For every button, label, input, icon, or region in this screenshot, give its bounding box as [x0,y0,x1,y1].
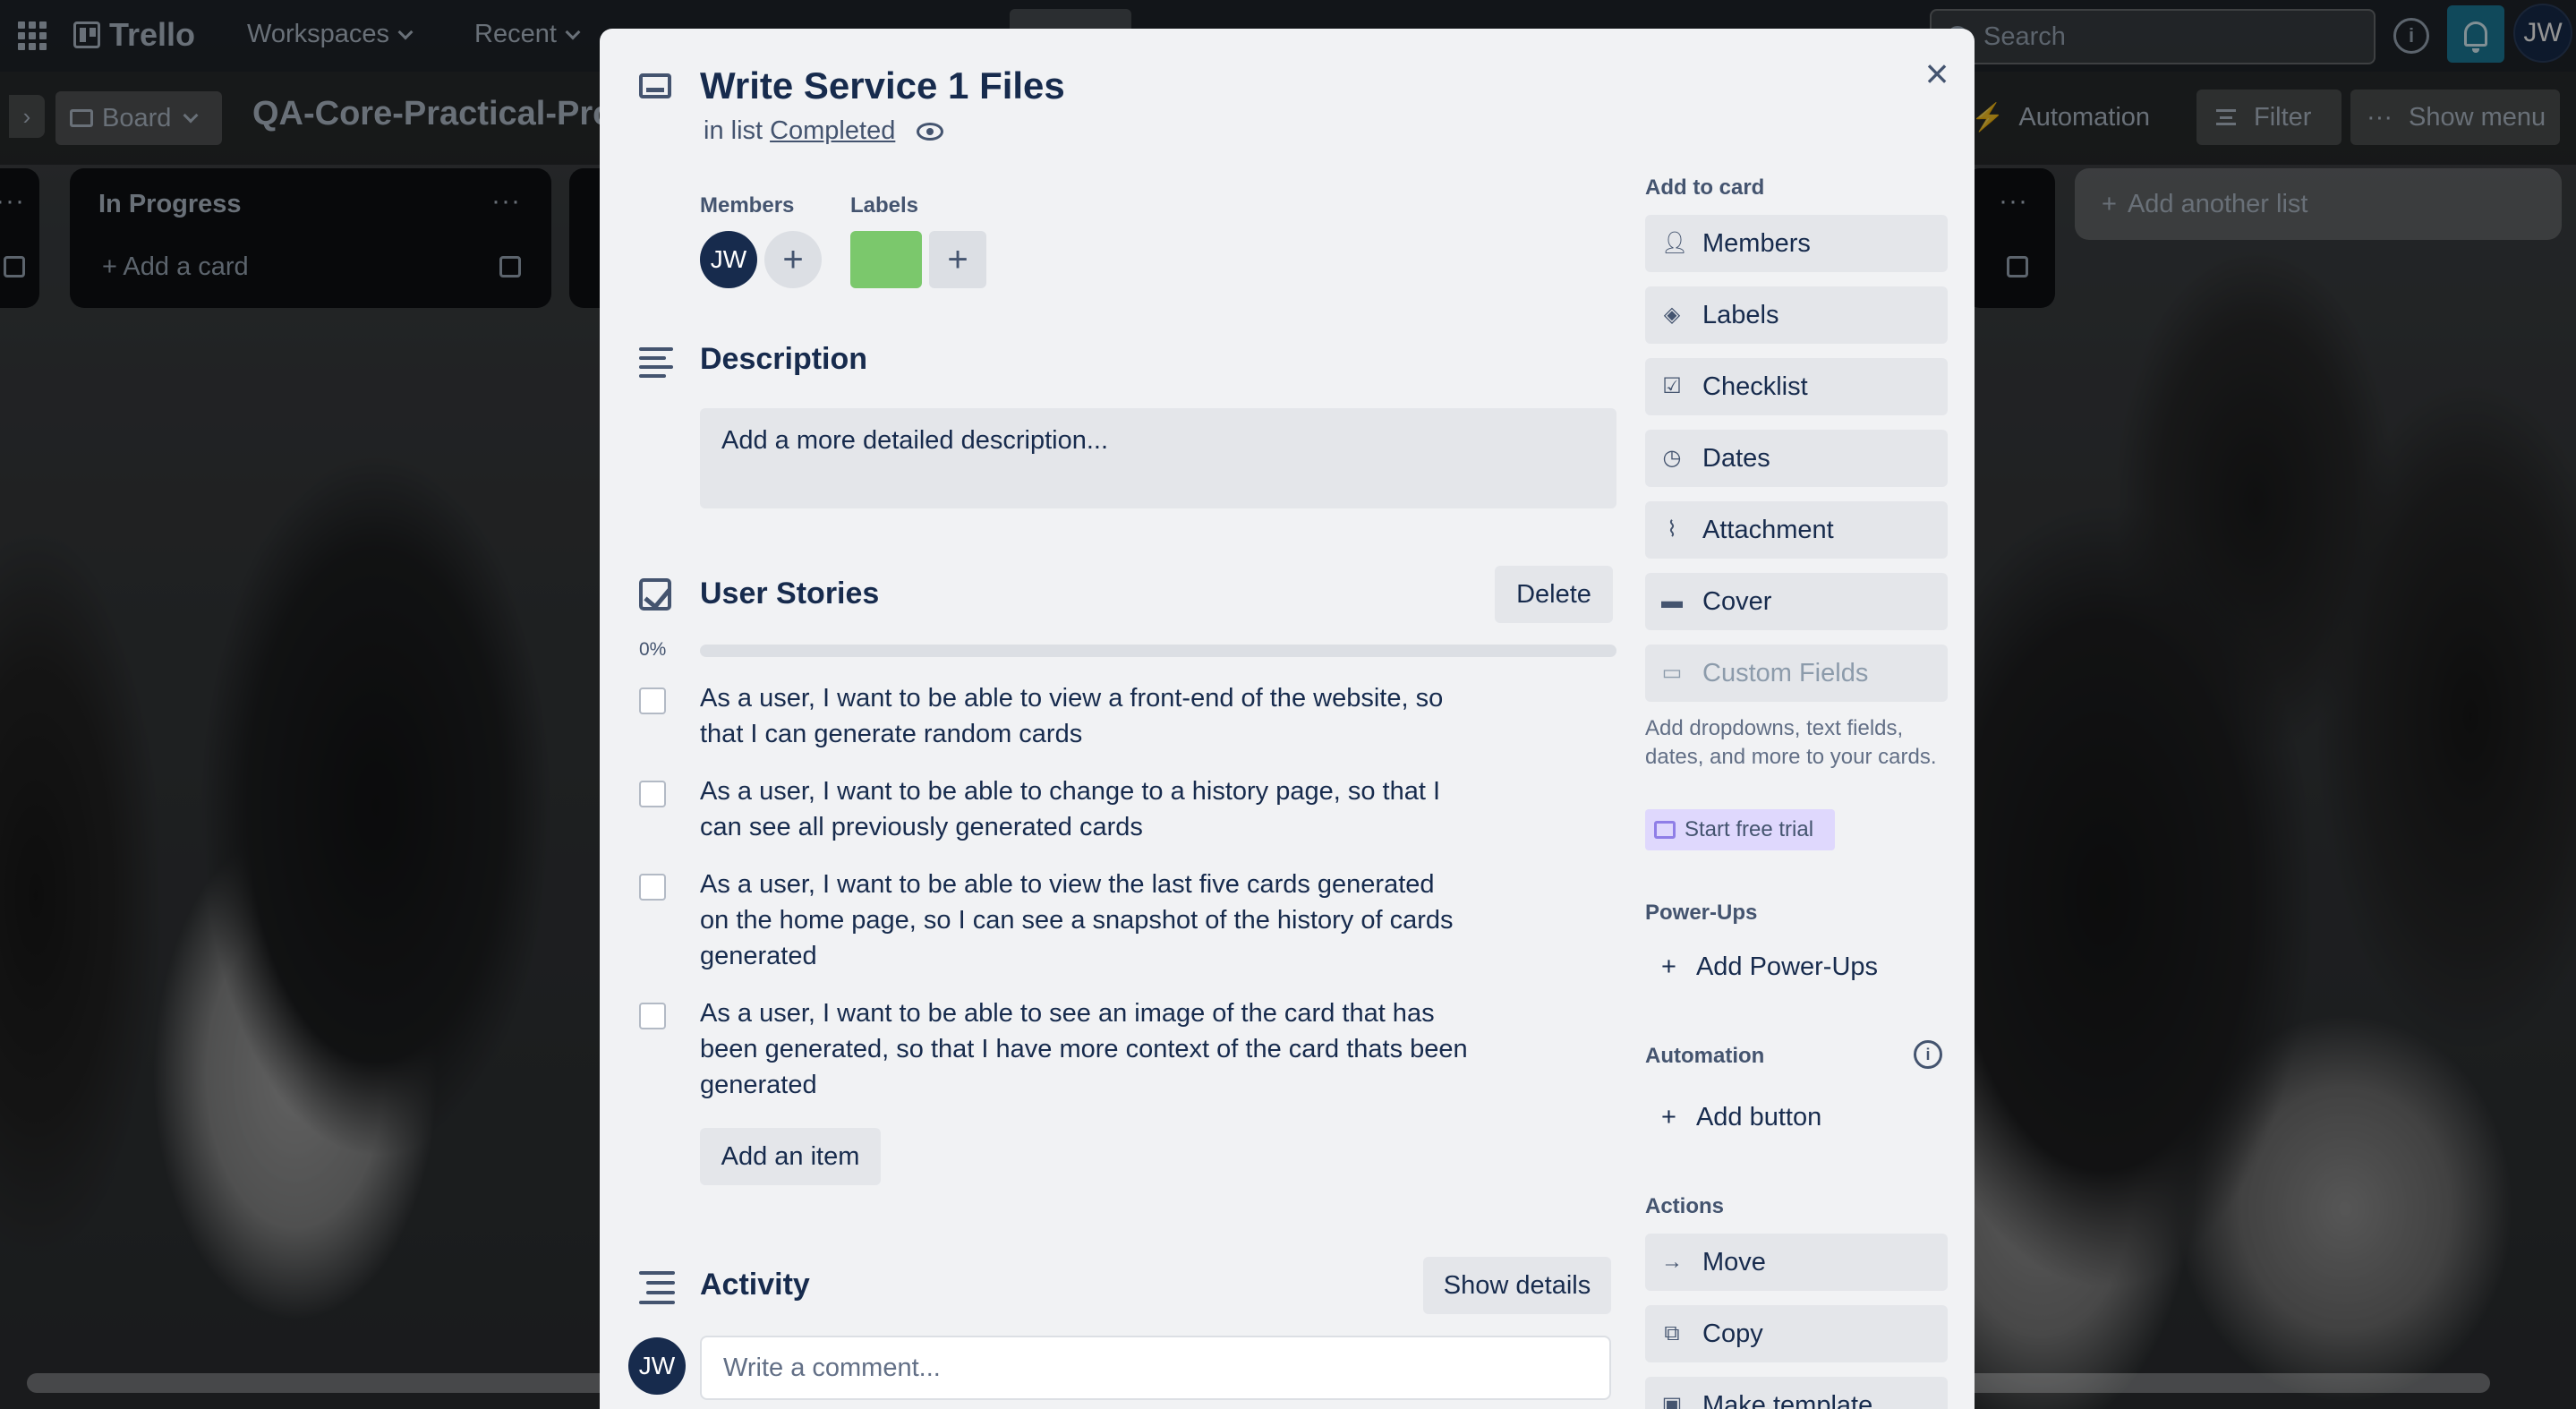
checklist-checkbox[interactable] [639,874,666,901]
activity-heading: Activity [700,1268,810,1302]
custom-fields-button[interactable]: ▭ Custom Fields [1645,645,1948,702]
tag-icon: ◈ [1663,303,1681,327]
gift-icon [1654,821,1676,839]
labels-heading: Labels [850,193,919,218]
card-detail-modal: Write Service 1 Files in list Completed … [600,29,1975,1409]
paperclip-icon: ⌇ [1667,517,1677,542]
checklist-item-text[interactable]: As a user, I want to be able to see an i… [700,995,1470,1103]
plus-icon: + [1661,1102,1676,1131]
template-icon: ▣ [1661,1393,1683,1409]
green-label[interactable] [850,231,922,288]
checklist-checkbox[interactable] [639,781,666,807]
checklist-button-label: Checklist [1702,371,1808,401]
eye-icon[interactable] [917,122,944,141]
members-button[interactable]: 👤︎ Members [1645,215,1948,272]
list-name-link[interactable]: Completed [770,116,895,146]
make-template-button[interactable]: ▣ Make template [1645,1377,1948,1409]
checkbox-icon: ☑ [1662,374,1682,398]
card-cover-icon: ▬ [1661,589,1683,613]
move-button[interactable]: → Move [1645,1234,1948,1291]
add-to-card-heading: Add to card [1645,175,1765,200]
checklist-item: As a user, I want to be able to change t… [639,773,1624,845]
custom-fields-help-text: Add dropdowns, text fields, dates, and m… [1645,716,1937,769]
custom-fields-button-label: Custom Fields [1702,658,1869,687]
move-button-label: Move [1702,1247,1766,1277]
start-trial-label: Start free trial [1685,817,1814,841]
automation-heading: Automation [1645,1044,1765,1068]
dates-button[interactable]: ◷ Dates [1645,430,1948,487]
checklist-checkbox[interactable] [639,1003,666,1029]
plus-icon: + [1661,952,1676,981]
add-button-label: Add button [1695,1102,1822,1131]
activity-icon [639,1271,675,1304]
member-avatar[interactable]: JW [700,231,757,288]
description-heading: Description [700,342,868,376]
attachment-button[interactable]: ⌇ Attachment [1645,501,1948,559]
custom-fields-icon: ▭ [1661,661,1683,685]
add-powerups-button[interactable]: + Add Power-Ups [1645,940,1948,994]
checklist-checkbox[interactable] [639,687,666,714]
add-label-button[interactable]: + [929,231,986,288]
card-title[interactable]: Write Service 1 Files [700,64,1065,107]
checklist-button[interactable]: ☑ Checklist [1645,358,1948,415]
card-icon [639,73,671,98]
cover-button-label: Cover [1702,586,1772,616]
powerups-heading: Power-Ups [1645,901,1758,925]
person-icon: 👤︎ [1661,231,1689,255]
description-input[interactable]: Add a more detailed description... [700,408,1616,508]
dates-button-label: Dates [1702,443,1770,473]
copy-icon: ⧉ [1664,1321,1680,1345]
checklist-item: As a user, I want to be able to view a f… [639,680,1624,752]
labels-button[interactable]: ◈ Labels [1645,286,1948,344]
checklist-item: As a user, I want to be able to view the… [639,867,1624,974]
make-template-label: Make template [1702,1390,1873,1409]
show-details-button[interactable]: Show details [1423,1257,1611,1314]
delete-checklist-button[interactable]: Delete [1495,566,1613,623]
checklist-item-text[interactable]: As a user, I want to be able to change t… [700,773,1470,845]
close-icon[interactable]: × [1915,52,1958,95]
add-member-button[interactable]: + [764,231,822,288]
actions-heading: Actions [1645,1194,1725,1218]
members-button-label: Members [1702,228,1811,258]
checklist-item-text[interactable]: As a user, I want to be able to view the… [700,867,1470,974]
checklist-progress-percent: 0% [639,639,667,660]
labels-button-label: Labels [1702,300,1779,329]
checklist-item-text[interactable]: As a user, I want to be able to view a f… [700,680,1470,752]
description-icon [639,347,673,378]
checklist-icon [639,578,671,611]
add-checklist-item-button[interactable]: Add an item [700,1128,881,1185]
start-free-trial-button[interactable]: Start free trial [1645,809,1835,850]
add-powerups-label: Add Power-Ups [1695,952,1879,981]
in-list-prefix: in list [704,116,763,145]
checklist-title[interactable]: User Stories [700,576,879,611]
copy-button-label: Copy [1702,1319,1763,1348]
checklist-item: As a user, I want to be able to see an i… [639,995,1624,1103]
copy-button[interactable]: ⧉ Copy [1645,1305,1948,1362]
add-button-button[interactable]: + Add button [1645,1090,1948,1144]
members-heading: Members [700,193,795,218]
clock-icon: ◷ [1662,446,1682,470]
commenter-avatar: JW [628,1337,686,1395]
attachment-button-label: Attachment [1702,515,1834,544]
comment-input[interactable]: Write a comment... [700,1336,1611,1400]
cover-button[interactable]: ▬ Cover [1645,573,1948,630]
card-list-location: in list Completed [704,116,944,146]
checklist-progress-bar [700,645,1616,657]
info-icon[interactable]: i [1914,1040,1942,1069]
arrow-right-icon: → [1661,1250,1683,1274]
